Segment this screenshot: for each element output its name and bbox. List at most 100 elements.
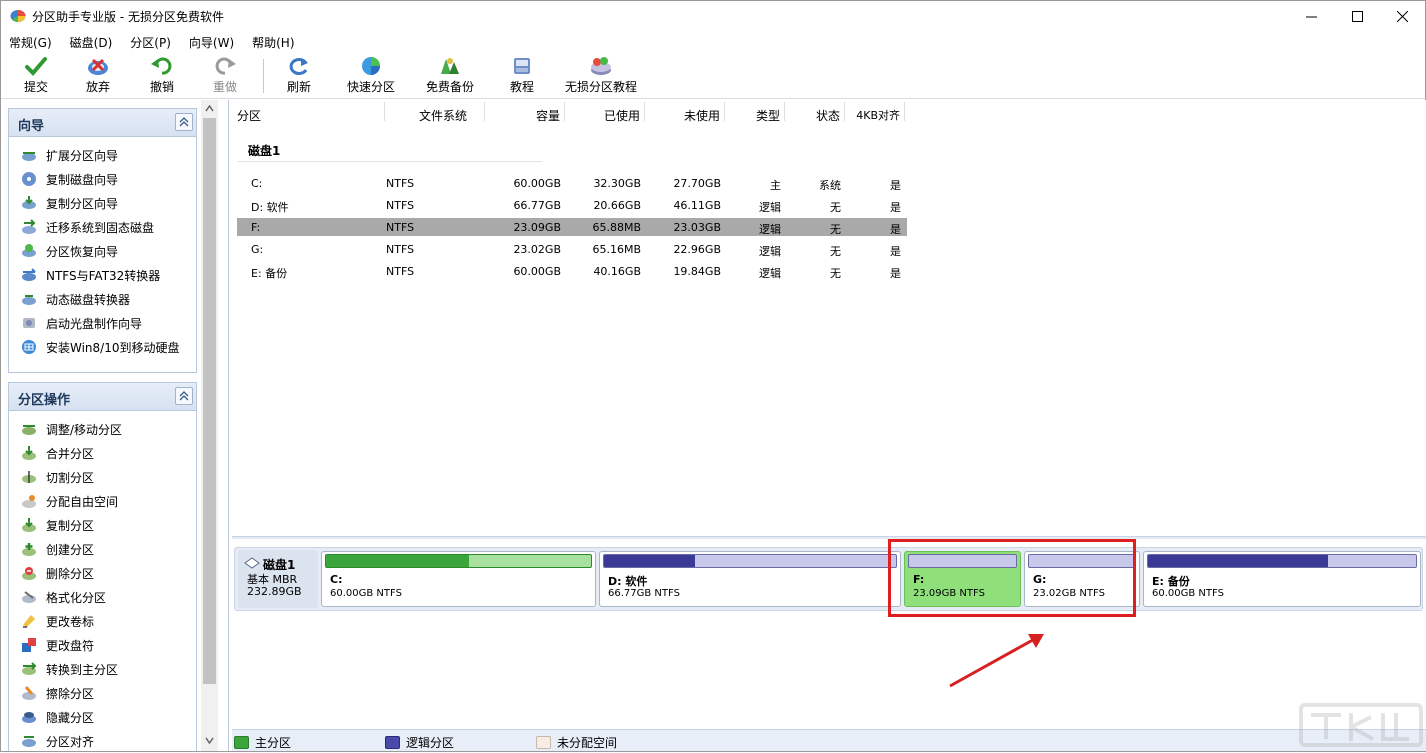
collapse-wizard-button[interactable] bbox=[175, 113, 193, 131]
discard-label: 放弃 bbox=[85, 80, 110, 94]
hide-icon bbox=[22, 712, 36, 723]
op-label: 擦除分区 bbox=[46, 686, 95, 701]
table-row[interactable]: F: NTFS 23.09GB 65.88MB 23.03GB 逻辑 无 是 bbox=[237, 218, 907, 236]
redo-label: 重做 bbox=[212, 80, 237, 94]
ops-panel-header: 分区操作 bbox=[9, 383, 196, 411]
table-row[interactable]: E: 备份 NTFS 60.00GB 40.16GB 19.84GB 逻辑 无 是 bbox=[237, 262, 907, 280]
wizard-item-win-to-go[interactable]: 安装Win8/10到移动硬盘 bbox=[9, 335, 196, 359]
legend-primary: 主分区 bbox=[234, 734, 291, 751]
op-hide[interactable]: 隐藏分区 bbox=[9, 705, 196, 729]
header-partition[interactable]: 分区 bbox=[232, 102, 385, 123]
wizard-item-label: 分区恢复向导 bbox=[46, 244, 119, 259]
cell-fs: NTFS bbox=[386, 243, 415, 256]
table-row[interactable]: C: NTFS 60.00GB 32.30GB 27.70GB 主 系统 是 bbox=[237, 174, 907, 192]
header-capacity[interactable]: 容量 bbox=[485, 102, 565, 123]
header-4k-align[interactable]: 4KB对齐 bbox=[845, 102, 905, 122]
menu-disk[interactable]: 磁盘(D) bbox=[62, 31, 123, 53]
op-format[interactable]: 格式化分区 bbox=[9, 585, 196, 609]
migrate-ssd-icon bbox=[22, 219, 36, 234]
scrollbar-thumb[interactable] bbox=[203, 118, 216, 684]
header-status[interactable]: 状态 bbox=[785, 102, 845, 123]
disk-info[interactable]: 磁盘1 基本 MBR 232.89GB bbox=[238, 550, 318, 608]
header-filesystem[interactable]: 文件系统 bbox=[385, 102, 485, 123]
tutorial-button[interactable]: 教程 bbox=[503, 55, 541, 97]
cell-fs: NTFS bbox=[386, 265, 415, 278]
free-backup-button[interactable]: 免费备份 bbox=[422, 55, 478, 97]
partition-block[interactable]: D: 软件 66.77GB NTFS bbox=[599, 551, 901, 607]
wizard-item-migrate-ssd[interactable]: 迁移系统到固态磁盘 bbox=[9, 215, 196, 239]
op-resize-move[interactable]: 调整/移动分区 bbox=[9, 417, 196, 441]
split-icon bbox=[22, 471, 36, 483]
op-label: 分区对齐 bbox=[46, 734, 95, 749]
minimize-button[interactable] bbox=[1288, 1, 1334, 31]
op-allocate-free[interactable]: 分配自由空间 bbox=[9, 489, 196, 513]
resize-icon bbox=[22, 425, 36, 435]
header-free[interactable]: 未使用 bbox=[645, 102, 725, 123]
op-align[interactable]: 分区对齐 bbox=[9, 729, 196, 751]
highlight-box bbox=[888, 539, 1136, 617]
wizard-item-recovery[interactable]: 分区恢复向导 bbox=[9, 239, 196, 263]
op-convert-primary[interactable]: 转换到主分区 bbox=[9, 657, 196, 681]
menu-help[interactable]: 帮助(H) bbox=[244, 31, 304, 53]
header-type[interactable]: 类型 bbox=[725, 102, 785, 123]
close-button[interactable] bbox=[1379, 1, 1425, 31]
collapse-ops-button[interactable] bbox=[175, 387, 193, 405]
submit-button[interactable]: 提交 bbox=[17, 55, 55, 97]
maximize-button[interactable] bbox=[1334, 1, 1380, 31]
partition-block[interactable]: C: 60.00GB NTFS bbox=[321, 551, 596, 607]
quick-partition-button[interactable]: 快速分区 bbox=[343, 55, 399, 97]
wizard-item-dynamic-disk[interactable]: 动态磁盘转换器 bbox=[9, 287, 196, 311]
op-change-letter[interactable]: 更改盘符 bbox=[9, 633, 196, 657]
undo-button[interactable]: 撤销 bbox=[143, 55, 181, 97]
lossless-tutorial-button[interactable]: 无损分区教程 bbox=[563, 55, 639, 97]
partition-name: C: bbox=[330, 573, 343, 586]
close-icon bbox=[1396, 10, 1408, 22]
windows-icon bbox=[22, 340, 36, 354]
header-label: 类型 bbox=[755, 109, 780, 123]
op-delete[interactable]: 删除分区 bbox=[9, 561, 196, 585]
wizard-item-copy-disk[interactable]: 复制磁盘向导 bbox=[9, 167, 196, 191]
op-create[interactable]: 创建分区 bbox=[9, 537, 196, 561]
redo-button[interactable]: 重做 bbox=[206, 55, 244, 97]
cell-align: 是 bbox=[890, 267, 901, 280]
cell-status: 无 bbox=[830, 267, 841, 280]
wizard-item-boot-cd[interactable]: 启动光盘制作向导 bbox=[9, 311, 196, 335]
usage-bar bbox=[603, 554, 897, 568]
create-icon bbox=[22, 543, 36, 556]
legend-bar: 主分区 逻辑分区 未分配空间 bbox=[232, 729, 1426, 751]
minimize-icon bbox=[1305, 16, 1317, 17]
scroll-down-icon[interactable] bbox=[205, 736, 214, 745]
copy-disk-icon bbox=[22, 172, 36, 186]
sidebar-scrollbar[interactable] bbox=[201, 100, 218, 751]
op-copy[interactable]: 复制分区 bbox=[9, 513, 196, 537]
wizard-item-label: 动态磁盘转换器 bbox=[46, 292, 131, 307]
cell-align: 是 bbox=[890, 245, 901, 258]
table-row[interactable]: D: 软件 NTFS 66.77GB 20.66GB 46.11GB 逻辑 无 是 bbox=[237, 196, 907, 214]
disk-strip: 磁盘1 基本 MBR 232.89GB C: 60.00GB NTFS D: 软件 6… bbox=[234, 547, 1423, 611]
refresh-button[interactable]: 刷新 bbox=[280, 55, 318, 97]
wizard-item-ntfs-fat32[interactable]: NTFS与FAT32转换器 bbox=[9, 263, 196, 287]
scroll-up-icon[interactable] bbox=[205, 104, 214, 113]
op-merge[interactable]: 合并分区 bbox=[9, 441, 196, 465]
menu-general[interactable]: 常规(G) bbox=[1, 31, 62, 53]
wizard-item-extend[interactable]: 扩展分区向导 bbox=[9, 143, 196, 167]
cell-type: 逻辑 bbox=[759, 223, 781, 236]
copy-partition-icon bbox=[22, 196, 36, 209]
menu-partition[interactable]: 分区(P) bbox=[122, 31, 181, 53]
op-wipe[interactable]: 擦除分区 bbox=[9, 681, 196, 705]
cell-type: 逻辑 bbox=[759, 245, 781, 258]
tutorial-label: 教程 bbox=[509, 80, 534, 94]
wizard-item-copy-partition[interactable]: 复制分区向导 bbox=[9, 191, 196, 215]
red-arrow-icon bbox=[949, 634, 1044, 688]
wipe-icon bbox=[22, 686, 36, 700]
op-change-label[interactable]: 更改卷标 bbox=[9, 609, 196, 633]
menu-wizard[interactable]: 向导(W) bbox=[181, 31, 244, 53]
op-split[interactable]: 切割分区 bbox=[9, 465, 196, 489]
discard-button[interactable]: 放弃 bbox=[79, 55, 117, 97]
header-used[interactable]: 已使用 bbox=[565, 102, 645, 123]
partition-block[interactable]: E: 备份 60.00GB NTFS bbox=[1143, 551, 1421, 607]
allocate-icon bbox=[22, 495, 36, 508]
table-row[interactable]: G: NTFS 23.02GB 65.16MB 22.96GB 逻辑 无 是 bbox=[237, 240, 907, 258]
delete-icon bbox=[22, 567, 36, 580]
wizard-item-label: 复制分区向导 bbox=[46, 196, 119, 211]
